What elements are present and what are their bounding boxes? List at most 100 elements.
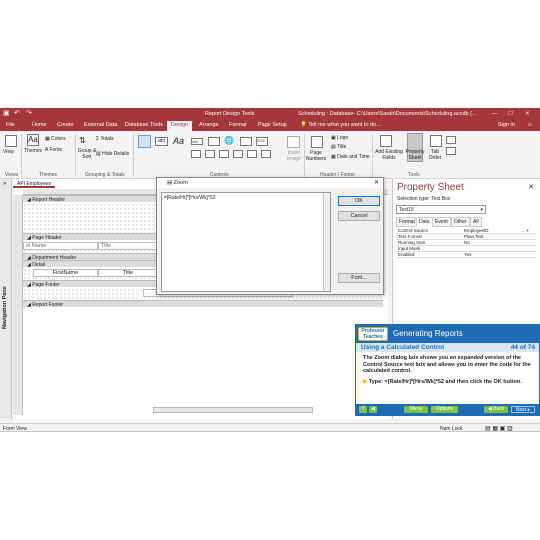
tab-external-data[interactable]: External Data <box>84 122 117 128</box>
tab-design[interactable]: Design <box>167 121 193 131</box>
options-button[interactable]: Options <box>431 406 458 413</box>
title-button[interactable]: ▤ Title <box>331 144 346 150</box>
view-button[interactable]: View <box>3 149 14 155</box>
professor-teaches-logo: Professor Teaches <box>358 327 388 341</box>
redo-icon[interactable]: ↷ <box>26 109 32 117</box>
ps-row-name: Text Format <box>398 234 422 239</box>
ps-row-text-format[interactable]: Text Format Plain Text <box>396 234 536 240</box>
ps-row-input-mask[interactable]: Input Mask <box>396 246 536 252</box>
tab-control-icon[interactable] <box>208 137 220 146</box>
tab-create[interactable]: Create <box>57 122 74 128</box>
t-button[interactable]: T <box>359 406 367 413</box>
colors-button[interactable]: ▦ Colors <box>45 136 66 142</box>
property-sheet-close-icon[interactable]: ✕ <box>528 183 534 191</box>
separator <box>75 134 76 177</box>
list-icon[interactable] <box>219 150 229 158</box>
ps-tab-other[interactable]: Other <box>451 217 470 227</box>
more-controls-icon[interactable] <box>261 150 271 158</box>
logo-button[interactable]: ▣ Logo <box>331 135 348 141</box>
tab-arrange[interactable]: Arrange <box>199 122 219 128</box>
ps-row-enabled[interactable]: Enabled Yes <box>396 252 536 258</box>
expand-icon[interactable]: » <box>3 181 6 187</box>
button-icon[interactable]: xxx <box>191 138 203 145</box>
save-icon[interactable]: ▣ <box>3 109 10 117</box>
group-sort-icon[interactable]: ⇅ <box>79 136 86 145</box>
page-numbers-icon[interactable] <box>311 136 323 148</box>
navigation-pane[interactable]: » Navigation Pane <box>0 179 12 419</box>
title-field[interactable]: Title <box>98 269 158 277</box>
add-fields-icon[interactable] <box>380 135 392 147</box>
first-name-field[interactable]: FirstName <box>33 269 98 277</box>
maximize-button[interactable]: ☐ <box>508 111 513 117</box>
date-time-button[interactable]: ▦ Date and Time <box>331 154 370 160</box>
document-tab[interactable]: API Employees <box>13 179 56 188</box>
font-button[interactable]: Font... <box>338 273 380 283</box>
tab-page-setup[interactable]: Page Setup <box>258 122 287 128</box>
checkbox-icon[interactable] <box>233 150 243 158</box>
insert-image-button[interactable]: Insert Image <box>283 150 305 162</box>
insert-image-icon[interactable] <box>287 136 300 148</box>
ps-tab-format[interactable]: Format <box>396 217 418 227</box>
tab-format[interactable]: Format <box>229 122 246 128</box>
ok-button[interactable]: OK <box>338 196 380 206</box>
label-icon[interactable]: Aa <box>173 136 184 146</box>
tutorial-subtitle: Using a Calculated Control <box>361 344 445 351</box>
select-icon[interactable] <box>138 135 151 148</box>
back-button[interactable]: ◀ Back <box>484 406 508 413</box>
combo-icon[interactable] <box>191 150 201 158</box>
close-button[interactable]: ✕ <box>525 111 530 117</box>
title-header-label[interactable]: Title <box>98 242 158 250</box>
themes-icon[interactable]: Aa <box>27 134 39 146</box>
zoom-expression-input[interactable]: =[Rate/Hr]*[Hrs/Wk]*52 <box>161 192 331 292</box>
option-group-icon[interactable]: XYZ <box>256 137 268 146</box>
tab-order-button[interactable]: Tab Order <box>428 149 442 161</box>
band-report-footer[interactable]: ◢ Report Footer <box>23 300 383 308</box>
view-switch-icons[interactable]: ▤ ▦ ▣ ▥ <box>485 425 513 431</box>
property-sheet-button[interactable]: Property Sheet <box>403 149 427 161</box>
hide-details-button[interactable]: ▤ Hide Details <box>96 151 129 157</box>
subform-icon[interactable] <box>446 136 456 144</box>
horizontal-scrollbar[interactable] <box>153 407 313 413</box>
ps-row-control-source[interactable]: Control Source EmployeeID …▾ <box>396 228 536 234</box>
title-bar: ▣ ↶ ↷ Report Design Tools Scheduling : D… <box>0 108 540 120</box>
tutorial-instruction: ▶ Type: =[Rate/Hr]*[Hrs/Wk]*52 and then … <box>363 379 535 386</box>
fonts-button[interactable]: A Fonts <box>45 147 62 153</box>
next-button[interactable]: Next ▸ <box>511 406 535 413</box>
smiley-icon[interactable]: ☺ <box>527 122 533 128</box>
tab-home[interactable]: Home <box>32 122 47 128</box>
ps-tab-event[interactable]: Event <box>432 217 451 227</box>
group-sort-button[interactable]: Group & Sort <box>77 148 97 160</box>
ps-row-running-sum[interactable]: Running Sum No <box>396 240 536 246</box>
tab-file[interactable]: File <box>6 122 15 128</box>
ps-tab-all[interactable]: All <box>470 217 482 227</box>
hyperlink-icon[interactable]: 🌐 <box>224 136 234 145</box>
frame-icon[interactable] <box>247 150 257 158</box>
tab-order-icon[interactable] <box>430 135 442 147</box>
group-grouping: Grouping & Totals <box>85 172 125 178</box>
chart-icon[interactable] <box>205 150 215 158</box>
cancel-button[interactable]: Cancel <box>338 211 380 221</box>
zoom-title: ▤ Zoom <box>157 178 383 188</box>
add-fields-button[interactable]: Add Existing Fields <box>374 149 404 161</box>
sound-button[interactable]: ◀ <box>369 406 377 413</box>
view-code-icon[interactable] <box>446 147 456 155</box>
window-title: Scheduling : Database- C:\Users\Sarah\Do… <box>298 111 477 117</box>
menu-button[interactable]: Menu <box>404 406 428 413</box>
minimize-button[interactable]: — <box>492 111 498 117</box>
nav-control-icon[interactable] <box>240 137 252 146</box>
ps-tab-data[interactable]: Data <box>416 217 433 227</box>
sign-in-link[interactable]: Sign in <box>498 122 515 128</box>
view-icon[interactable] <box>5 135 17 147</box>
themes-button[interactable]: Themes <box>24 148 42 154</box>
last-name-label[interactable]: st Name <box>23 242 98 250</box>
separator <box>372 134 373 177</box>
undo-icon[interactable]: ↶ <box>14 109 20 117</box>
help-search[interactable]: 💡 Tell me what you want to do... <box>300 122 381 128</box>
textbox-icon[interactable]: ab| <box>155 137 168 146</box>
zoom-close-icon[interactable]: ✕ <box>374 179 379 186</box>
tab-database-tools[interactable]: Database Tools <box>125 122 163 128</box>
selection-dropdown[interactable]: Text15 ▾ <box>396 205 486 214</box>
zoom-scrollbar[interactable] <box>323 193 330 291</box>
page-numbers-button[interactable]: Page Numbers <box>305 150 327 162</box>
totals-button[interactable]: Σ Totals <box>96 136 114 142</box>
